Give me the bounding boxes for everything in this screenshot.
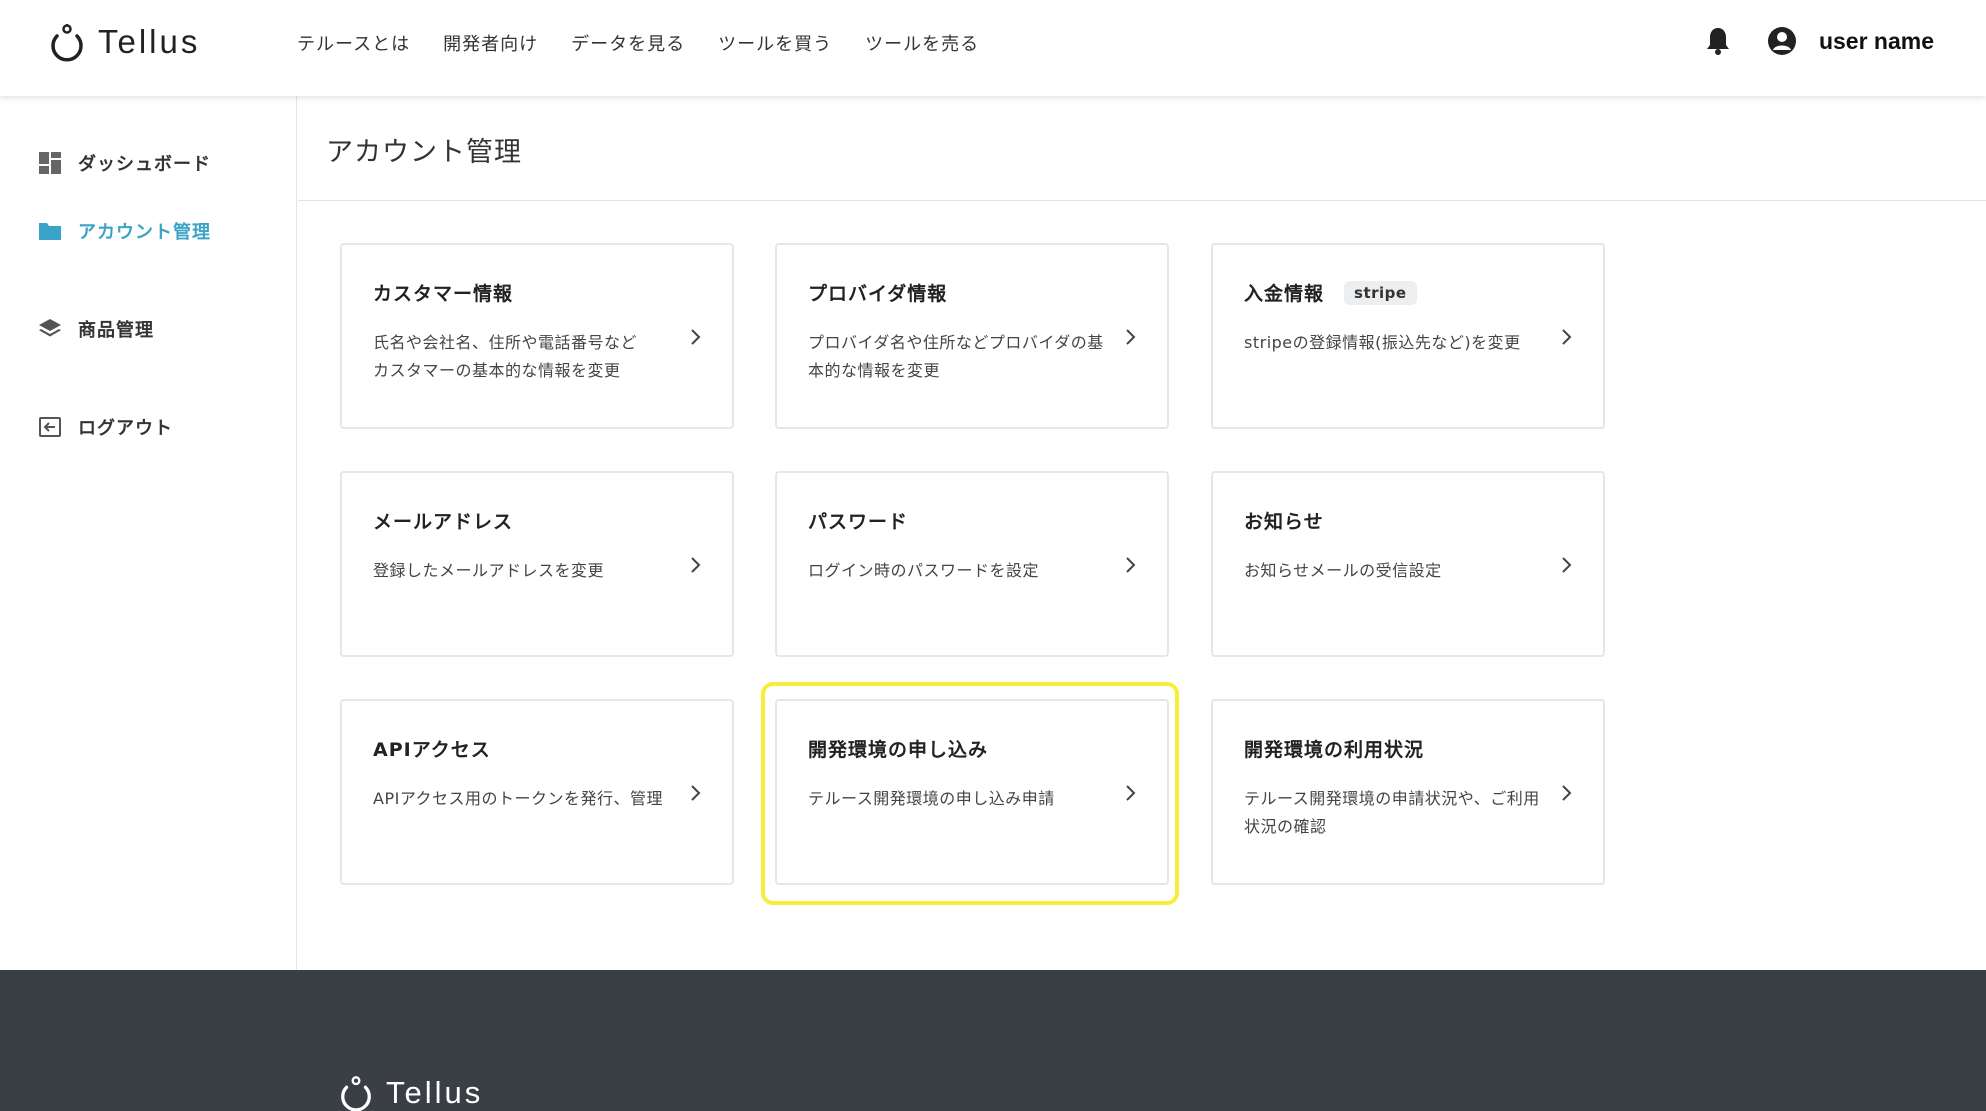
card-dev-env-usage[interactable]: 開発環境の利用状況 テルース開発環境の申請状況や、ご利用状況の確認 [1211, 699, 1605, 885]
card-description: テルース開発環境の申し込み申請 [808, 789, 1055, 808]
sidebar-item-logout[interactable]: ログアウト [38, 414, 173, 440]
card-title: APIアクセス [373, 735, 491, 762]
card-title: 開発環境の利用状況 [1244, 735, 1424, 762]
card-api-access[interactable]: APIアクセス APIアクセス用のトークンを発行、管理 [340, 699, 734, 885]
top-nav: テルースとは 開発者向け データを見る ツールを買う ツールを売る [297, 30, 979, 56]
card-title-text: APIアクセス [373, 739, 491, 761]
card-title: カスタマー情報 [373, 279, 513, 306]
folder-icon [39, 223, 61, 240]
stripe-badge: stripe [1344, 280, 1417, 305]
card-password[interactable]: パスワード ログイン時のパスワードを設定 [775, 471, 1169, 657]
tellus-logo[interactable]: Tellus [48, 22, 200, 62]
card-description: 氏名や会社名、住所や電話番号など カスタマーの基本的な情報を変更 [373, 333, 638, 380]
layers-icon [39, 319, 61, 337]
top-header: Tellus テルースとは 開発者向け データを見る ツールを買う ツールを売る… [0, 0, 1986, 96]
sidebar-item-dashboard[interactable]: ダッシュボード [38, 150, 211, 176]
card-title-text: プロバイダ情報 [808, 283, 948, 305]
card-payment-info[interactable]: 入金情報 stripe stripeの登録情報(振込先など)を変更 [1211, 243, 1605, 429]
card-title: 入金情報 stripe [1244, 279, 1417, 306]
sidebar: ダッシュボード アカウント管理 商品管理 ログアウト [0, 96, 297, 970]
tellus-logo-icon [51, 24, 83, 62]
chevron-right-icon [691, 785, 701, 801]
card-description: APIアクセス用のトークンを発行、管理 [373, 789, 664, 808]
chevron-right-icon [1562, 557, 1572, 573]
card-title-text: 開発環境の利用状況 [1244, 739, 1425, 761]
card-title-text: 開発環境の申し込み [808, 739, 989, 761]
card-provider-info[interactable]: プロバイダ情報 プロバイダ名や住所などプロバイダの基本的な情報を変更 [775, 243, 1169, 429]
sidebar-item-label: 商品管理 [78, 320, 154, 341]
tellus-logo-icon [341, 1076, 371, 1111]
card-title-text: お知らせ [1244, 511, 1324, 533]
card-title: 開発環境の申し込み [808, 735, 988, 762]
chevron-right-icon [691, 557, 701, 573]
sidebar-item-label: アカウント管理 [78, 222, 211, 243]
chevron-right-icon [1126, 329, 1136, 345]
card-description: テルース開発環境の申請状況や、ご利用状況の確認 [1244, 789, 1540, 836]
chevron-right-icon [1126, 557, 1136, 573]
card-description: プロバイダ名や住所などプロバイダの基本的な情報を変更 [808, 333, 1104, 380]
footer: Tellus [0, 970, 1986, 1111]
nav-sell-tools[interactable]: ツールを売る [865, 30, 979, 56]
sidebar-item-products[interactable]: 商品管理 [38, 316, 154, 342]
user-name[interactable]: user name [1819, 28, 1934, 55]
card-description: 登録したメールアドレスを変更 [373, 561, 605, 580]
sidebar-item-label: ダッシュボード [78, 154, 211, 175]
card-description: お知らせメールの受信設定 [1244, 561, 1442, 580]
main-content: アカウント管理 カスタマー情報 氏名や会社名、住所や電話番号など カスタマーの基本… [298, 96, 1986, 970]
card-title: パスワード [808, 507, 908, 534]
logout-icon [39, 417, 61, 437]
footer-logo[interactable]: Tellus [338, 1074, 483, 1111]
nav-developers[interactable]: 開発者向け [443, 30, 538, 56]
nav-buy-tools[interactable]: ツールを買う [718, 30, 832, 56]
nav-view-data[interactable]: データを見る [571, 30, 685, 56]
chevron-right-icon [691, 329, 701, 345]
card-title-text: 入金情報 [1244, 283, 1325, 305]
card-title: プロバイダ情報 [808, 279, 947, 306]
card-notifications[interactable]: お知らせ お知らせメールの受信設定 [1211, 471, 1605, 657]
card-dev-env-application[interactable]: 開発環境の申し込み テルース開発環境の申し込み申請 [775, 699, 1169, 885]
card-title-text: メールアドレス [373, 511, 514, 533]
bell-icon[interactable] [1705, 26, 1731, 56]
card-description: ログイン時のパスワードを設定 [808, 561, 1040, 580]
logo-text: Tellus [98, 23, 201, 60]
sidebar-item-label: ログアウト [78, 418, 173, 439]
page-title: アカウント管理 [326, 137, 522, 168]
user-avatar-icon[interactable] [1767, 26, 1797, 56]
header-right: user name [1705, 26, 1934, 56]
divider [298, 200, 1986, 201]
footer-logo-text: Tellus [386, 1075, 484, 1110]
card-title-text: パスワード [808, 511, 909, 533]
card-email-address[interactable]: メールアドレス 登録したメールアドレスを変更 [340, 471, 734, 657]
nav-about[interactable]: テルースとは [297, 30, 410, 56]
dashboard-icon [39, 152, 61, 174]
chevron-right-icon [1562, 329, 1572, 345]
chevron-right-icon [1562, 785, 1572, 801]
chevron-right-icon [1126, 785, 1136, 801]
card-description: stripeの登録情報(振込先など)を変更 [1244, 333, 1521, 352]
card-title-text: カスタマー情報 [373, 283, 514, 305]
card-customer-info[interactable]: カスタマー情報 氏名や会社名、住所や電話番号など カスタマーの基本的な情報を変更 [340, 243, 734, 429]
card-title: お知らせ [1244, 507, 1324, 534]
sidebar-item-account[interactable]: アカウント管理 [38, 218, 211, 244]
card-title: メールアドレス [373, 507, 513, 534]
